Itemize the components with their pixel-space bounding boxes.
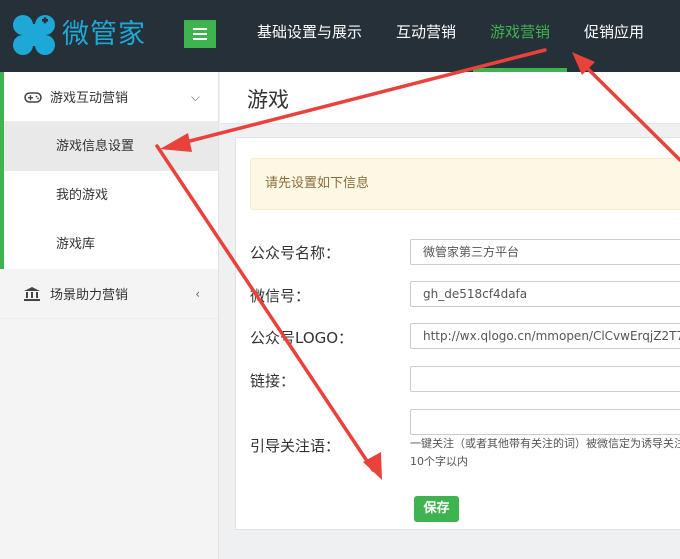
nav-promotion-apps[interactable]: 促销应用 xyxy=(567,0,661,72)
wechat-id-label: 微信号： xyxy=(250,287,311,305)
nav-game-marketing[interactable]: 游戏营销 xyxy=(473,0,568,72)
hamburger-icon xyxy=(193,28,207,40)
page-header: 游戏 xyxy=(220,72,680,124)
gamepad-icon xyxy=(24,91,44,103)
sidebar-group-label: 场景助力营销 xyxy=(50,288,129,303)
logo-label: 公众号LOGO： xyxy=(250,329,354,347)
brand-logo[interactable]: 微管家 xyxy=(12,14,146,56)
sidebar-item-game-info-settings[interactable]: 游戏信息设置 xyxy=(4,122,218,171)
sidebar-group-header[interactable]: 场景助力营销 ‹ xyxy=(0,269,218,319)
sidebar-item-game-library[interactable]: 游戏库 xyxy=(4,220,218,269)
save-button[interactable]: 保存 xyxy=(414,496,459,522)
account-name-label: 公众号名称： xyxy=(250,244,341,262)
sidebar-group-scene-marketing: 场景助力营销 ‹ xyxy=(0,269,218,319)
account-name-field[interactable]: 微管家第三方平台 xyxy=(410,239,680,265)
sidebar-item-my-games[interactable]: 我的游戏 xyxy=(4,171,218,220)
wechat-id-field[interactable]: gh_de518cf4dafa xyxy=(410,281,680,307)
logo-url-field[interactable]: http://wx.qlogo.cn/mmopen/ClCvwErqjZ2T7v xyxy=(410,323,680,349)
link-label: 链接： xyxy=(250,372,296,390)
page-title: 游戏 xyxy=(247,88,289,112)
game-settings-panel: 请先设置如下信息 公众号名称： 微管家第三方平台 微信号： gh_de518cf… xyxy=(235,137,680,530)
sidebar-group-game-marketing: 游戏互动营销 ⌵ 游戏信息设置 我的游戏 游戏库 xyxy=(0,72,218,269)
nav-basic-settings[interactable]: 基础设置与展示 xyxy=(240,0,379,72)
logo-icon xyxy=(12,14,56,56)
sidebar: 游戏互动营销 ⌵ 游戏信息设置 我的游戏 游戏库 场景助力营销 ‹ xyxy=(0,72,219,559)
chevron-down-icon: ⌵ xyxy=(190,90,200,104)
chevron-left-icon: ‹ xyxy=(195,287,200,301)
follow-text-help: 一键关注（或者其他带有关注的词）被微信定为诱导关注，10个字以内 xyxy=(410,437,680,468)
nav-interactive-marketing[interactable]: 互动营销 xyxy=(379,0,473,72)
follow-text-field[interactable] xyxy=(410,409,680,435)
sidebar-group-header[interactable]: 游戏互动营销 ⌵ xyxy=(4,72,218,122)
notice-alert: 请先设置如下信息 xyxy=(250,158,680,210)
follow-text-label: 引导关注语： xyxy=(250,437,341,455)
link-field[interactable] xyxy=(410,366,680,392)
brand-name: 微管家 xyxy=(62,19,146,50)
menu-toggle-button[interactable] xyxy=(184,20,216,48)
top-nav: 基础设置与展示 互动营销 游戏营销 促销应用 xyxy=(240,0,661,72)
sidebar-group-label: 游戏互动营销 xyxy=(50,91,129,106)
top-navbar: 微管家 基础设置与展示 互动营销 游戏营销 促销应用 xyxy=(0,0,680,72)
bank-icon xyxy=(24,286,44,301)
